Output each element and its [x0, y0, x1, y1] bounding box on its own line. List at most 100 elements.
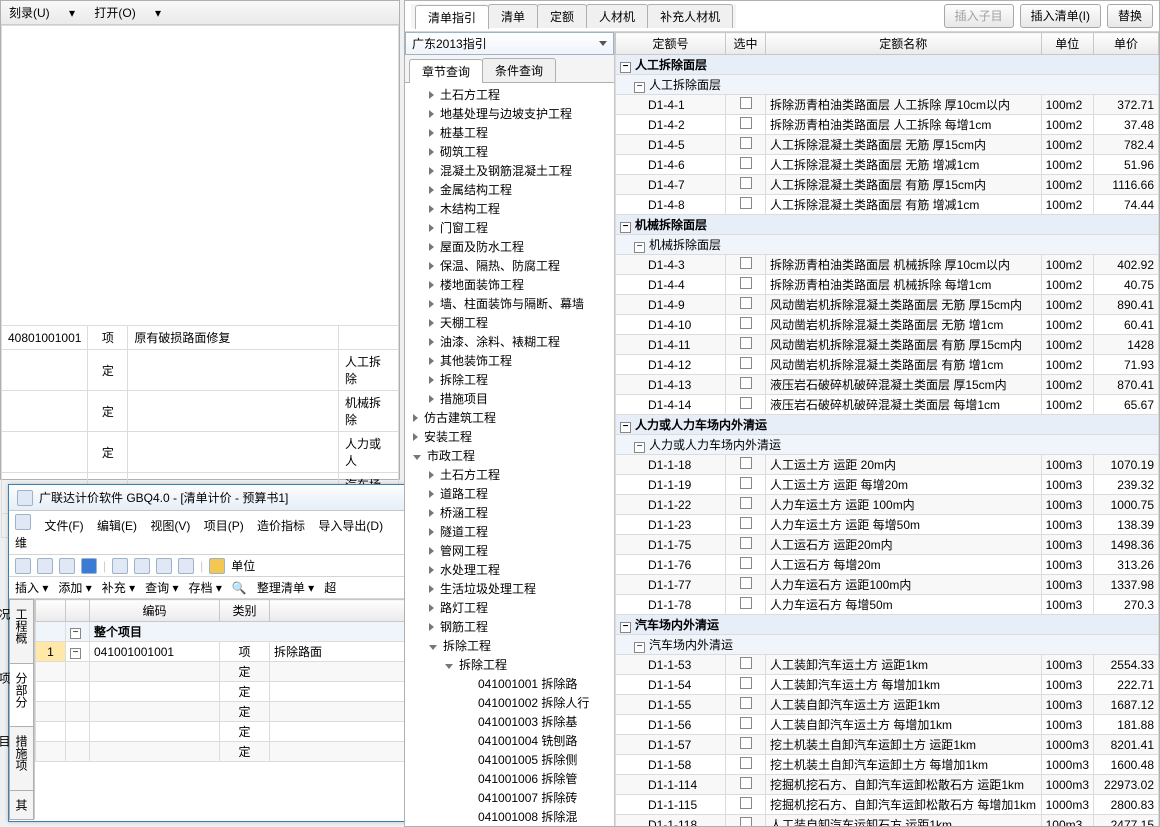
- quota-row[interactable]: D1-1-23人力车运土方 运距 每增50m100m3138.39: [616, 515, 1159, 535]
- tree-node[interactable]: 生活垃圾处理工程: [405, 579, 614, 598]
- tree-node[interactable]: 桩基工程: [405, 123, 614, 142]
- tree-node[interactable]: 钢筋工程: [405, 617, 614, 636]
- quota-row[interactable]: D1-4-6人工拆除混凝土类路面层 无筋 增减1cm100m251.96: [616, 155, 1159, 175]
- tree-node[interactable]: 041001005 拆除侧: [405, 750, 614, 769]
- menu-index[interactable]: 造价指标: [257, 519, 305, 533]
- tab-list-index[interactable]: 清单指引: [415, 5, 489, 29]
- row-checkbox[interactable]: [740, 717, 752, 729]
- subtab-cond[interactable]: 条件查询: [482, 58, 556, 82]
- vtab-other[interactable]: 其: [9, 790, 34, 820]
- tab-quota[interactable]: 定额: [537, 4, 587, 28]
- row-checkbox[interactable]: [740, 117, 752, 129]
- insert-sub-button[interactable]: 插入子目: [944, 4, 1014, 28]
- row-checkbox[interactable]: [740, 157, 752, 169]
- tree-node[interactable]: 墙、柱面装饰与隔断、幕墙: [405, 294, 614, 313]
- tree-node[interactable]: 油漆、涂料、裱糊工程: [405, 332, 614, 351]
- quota-row[interactable]: D1-1-57挖土机装土自卸汽车运卸土方 运距1km1000m38201.41: [616, 735, 1159, 755]
- quota-row[interactable]: D1-1-115挖掘机挖石方、自卸汽车运卸松散石方 每增加1km1000m328…: [616, 795, 1159, 815]
- group-header[interactable]: −人工拆除面层: [616, 55, 1159, 75]
- tree-node[interactable]: 041001007 拆除砖: [405, 788, 614, 807]
- tree-node[interactable]: 道路工程: [405, 484, 614, 503]
- group-header[interactable]: −机械拆除面层: [616, 215, 1159, 235]
- insert-list-button[interactable]: 插入清单(I): [1020, 4, 1101, 28]
- vtab-measure[interactable]: 措施项目: [9, 726, 34, 791]
- row-checkbox[interactable]: [740, 317, 752, 329]
- tree-node[interactable]: 砌筑工程: [405, 142, 614, 161]
- row-checkbox[interactable]: [740, 697, 752, 709]
- quota-row[interactable]: D1-1-58挖土机装土自卸汽车运卸土方 每增加1km1000m31600.48: [616, 755, 1159, 775]
- tree-node[interactable]: 地基处理与边坡支护工程: [405, 104, 614, 123]
- vtab-overview[interactable]: 工程概况: [9, 599, 34, 664]
- quota-row[interactable]: D1-1-18人工运土方 运距 20m内100m31070.19: [616, 455, 1159, 475]
- tb-archive[interactable]: 存档 ▾: [189, 579, 222, 596]
- undo-icon[interactable]: [178, 558, 194, 574]
- tb-supp[interactable]: 补充 ▾: [102, 579, 135, 596]
- paste-icon[interactable]: [156, 558, 172, 574]
- collapse-icon[interactable]: −: [634, 642, 645, 653]
- tree-node[interactable]: 路灯工程: [405, 598, 614, 617]
- row-checkbox[interactable]: [740, 737, 752, 749]
- menu-io[interactable]: 导入导出(D): [318, 519, 383, 533]
- tree-node[interactable]: 水处理工程: [405, 560, 614, 579]
- save-icon[interactable]: [81, 558, 97, 574]
- tree-node[interactable]: 041001006 拆除管: [405, 769, 614, 788]
- collapse-icon[interactable]: −: [634, 442, 645, 453]
- cut-icon[interactable]: [112, 558, 128, 574]
- tab-list[interactable]: 清单: [488, 4, 538, 28]
- row-checkbox[interactable]: [740, 557, 752, 569]
- recent-icon[interactable]: [59, 558, 75, 574]
- collapse-icon[interactable]: −: [70, 648, 81, 659]
- menu-open[interactable]: 打开(O) ▾: [94, 6, 161, 20]
- tree-node[interactable]: 土石方工程: [405, 465, 614, 484]
- tree-node[interactable]: 仿古建筑工程: [405, 408, 614, 427]
- quota-row[interactable]: D1-4-10风动凿岩机拆除混凝土类路面层 无筋 增1cm100m260.41: [616, 315, 1159, 335]
- vtab-section[interactable]: 分部分项: [9, 663, 34, 728]
- quota-row[interactable]: D1-4-8人工拆除混凝土类路面层 有筋 增减1cm100m274.44: [616, 195, 1159, 215]
- row-checkbox[interactable]: [740, 397, 752, 409]
- tree-node[interactable]: 安装工程: [405, 427, 614, 446]
- menu-file[interactable]: 文件(F): [44, 519, 83, 533]
- replace-button[interactable]: 替换: [1107, 4, 1153, 28]
- row-checkbox[interactable]: [740, 457, 752, 469]
- quota-row[interactable]: D1-4-5人工拆除混凝土类路面层 无筋 厚15cm内100m2782.4: [616, 135, 1159, 155]
- tb-add[interactable]: 添加 ▾: [58, 579, 91, 596]
- row-checkbox[interactable]: [740, 177, 752, 189]
- menu-project[interactable]: 项目(P): [204, 519, 244, 533]
- row-checkbox[interactable]: [740, 537, 752, 549]
- group-header[interactable]: −汽车场内外清运: [616, 615, 1159, 635]
- subtab-chapter[interactable]: 章节查询: [409, 59, 483, 83]
- tb-insert[interactable]: 插入 ▾: [15, 579, 48, 596]
- row-checkbox[interactable]: [740, 197, 752, 209]
- row-checkbox[interactable]: [740, 577, 752, 589]
- quota-row[interactable]: D1-4-1拆除沥青柏油类路面层 人工拆除 厚10cm以内100m2372.71: [616, 95, 1159, 115]
- quota-row[interactable]: D1-4-3拆除沥青柏油类路面层 机械拆除 厚10cm以内100m2402.92: [616, 255, 1159, 275]
- copy-icon[interactable]: [134, 558, 150, 574]
- quota-row[interactable]: D1-4-4拆除沥青柏油类路面层 机械拆除 每增1cm100m240.75: [616, 275, 1159, 295]
- quota-row[interactable]: D1-1-22人力车运土方 运距 100m内100m31000.75: [616, 495, 1159, 515]
- quota-row[interactable]: D1-1-55人工装自卸汽车运土方 运距1km100m31687.12: [616, 695, 1159, 715]
- collapse-icon[interactable]: −: [620, 222, 631, 233]
- quota-row[interactable]: D1-1-53人工装卸汽车运土方 运距1km100m32554.33: [616, 655, 1159, 675]
- tree-node[interactable]: 措施项目: [405, 389, 614, 408]
- group-subheader[interactable]: −人力或人力车场内外清运: [616, 435, 1159, 455]
- collapse-icon[interactable]: −: [70, 628, 81, 639]
- group-subheader[interactable]: −机械拆除面层: [616, 235, 1159, 255]
- tb-tidy[interactable]: 整理清单 ▾: [257, 579, 314, 596]
- menu-more[interactable]: 维: [15, 536, 27, 550]
- quota-row[interactable]: D1-4-13液压岩石破碎机破碎混凝土类面层 厚15cm内100m2870.41: [616, 375, 1159, 395]
- tree-node[interactable]: 天棚工程: [405, 313, 614, 332]
- tree-node[interactable]: 拆除工程: [405, 655, 614, 674]
- tree-node[interactable]: 金属结构工程: [405, 180, 614, 199]
- quota-row[interactable]: D1-4-14液压岩石破碎机破碎混凝土类面层 每增1cm100m265.67: [616, 395, 1159, 415]
- quota-row[interactable]: D1-1-75人工运石方 运距20m内100m31498.36: [616, 535, 1159, 555]
- row-checkbox[interactable]: [740, 377, 752, 389]
- tree-node[interactable]: 屋面及防水工程: [405, 237, 614, 256]
- quota-row[interactable]: D1-4-2拆除沥青柏油类路面层 人工拆除 每增1cm100m237.48: [616, 115, 1159, 135]
- row-checkbox[interactable]: [740, 277, 752, 289]
- tree-node[interactable]: 市政工程: [405, 446, 614, 465]
- quota-row[interactable]: D1-1-19人工运土方 运距 每增20m100m3239.32: [616, 475, 1159, 495]
- row-checkbox[interactable]: [740, 657, 752, 669]
- quota-row[interactable]: D1-4-11风动凿岩机拆除混凝土类路面层 有筋 厚15cm内100m21428: [616, 335, 1159, 355]
- row-checkbox[interactable]: [740, 97, 752, 109]
- tree-node[interactable]: 拆除工程: [405, 370, 614, 389]
